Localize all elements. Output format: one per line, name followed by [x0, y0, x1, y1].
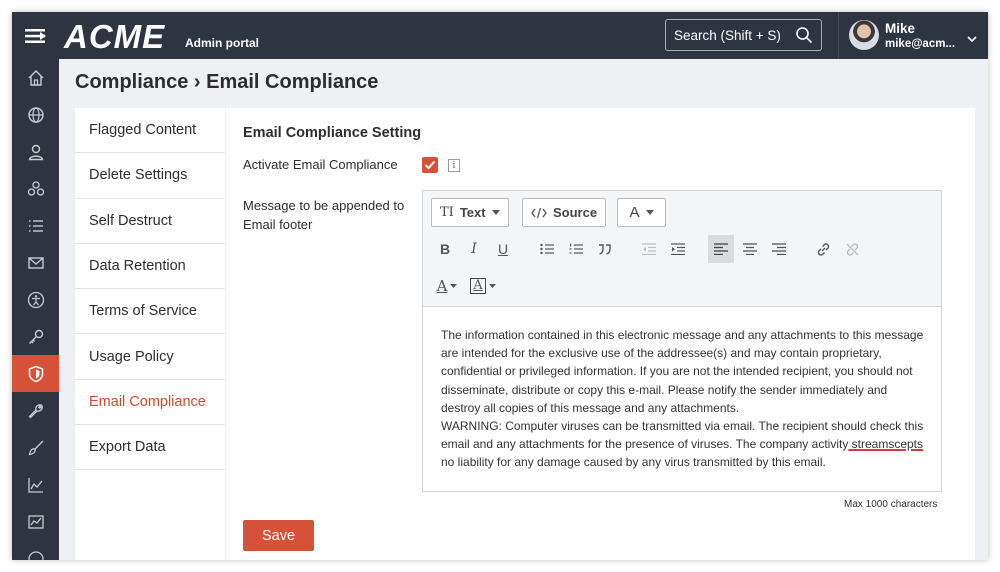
brush-icon: [28, 440, 43, 455]
sidebar-item-users[interactable]: [12, 133, 59, 170]
underline-icon[interactable]: U: [490, 235, 516, 263]
trend-chart-icon: [27, 514, 44, 529]
main-panel: Email Compliance Setting Activate Email …: [226, 108, 975, 560]
sidebar-item-help[interactable]: [12, 540, 59, 560]
accessibility-icon: [27, 291, 44, 308]
menu-toggle-icon[interactable]: [12, 12, 59, 59]
source-label: Source: [553, 205, 598, 220]
breadcrumb: Compliance › Email Compliance: [75, 71, 379, 93]
unlink-icon[interactable]: [839, 235, 865, 263]
menu-item-terms-of-service[interactable]: Terms of Service: [75, 289, 225, 335]
mail-icon: [27, 256, 44, 269]
font-color-icon[interactable]: A: [432, 272, 462, 300]
search-icon[interactable]: [795, 26, 813, 47]
font-label: A: [629, 204, 640, 221]
menu-item-export-data[interactable]: Export Data: [75, 425, 225, 471]
numbered-list-icon[interactable]: [563, 235, 589, 263]
sidebar-item-lists[interactable]: [12, 207, 59, 244]
align-center-icon[interactable]: [737, 235, 763, 263]
sidebar-item-tools[interactable]: [12, 392, 59, 429]
sidebar-item-branding[interactable]: [12, 429, 59, 466]
caret-down-icon: [491, 210, 500, 215]
editor-content[interactable]: The information contained in this electr…: [441, 326, 925, 472]
save-button[interactable]: Save: [243, 520, 314, 551]
footer-label-line1: Message to be appended to: [243, 198, 405, 213]
footer-label-line2: Email footer: [243, 217, 313, 232]
sidebar-item-compliance[interactable]: [12, 355, 65, 392]
italic-icon[interactable]: I: [461, 235, 487, 263]
sidebar-item-mail[interactable]: [12, 244, 59, 281]
shield-icon: [28, 365, 43, 382]
user-icon: [28, 144, 43, 160]
indent-icon[interactable]: [665, 235, 691, 263]
search-placeholder: Search (Shift + S): [674, 27, 781, 43]
footer-text-part3: no liability for any damage caused by an…: [441, 455, 826, 470]
background-color-icon[interactable]: A: [467, 272, 499, 300]
code-icon: [531, 207, 547, 218]
link-icon[interactable]: [810, 235, 836, 263]
network-icon: [27, 180, 44, 196]
menu-item-self-destruct[interactable]: Self Destruct: [75, 199, 225, 244]
misspelled-word[interactable]: streamscepts: [848, 437, 923, 451]
menu-item-flagged-content[interactable]: Flagged Content: [75, 108, 225, 154]
home-icon: [28, 69, 43, 86]
active-indicator: [59, 368, 65, 380]
text-style-dropdown[interactable]: TI Text: [431, 198, 509, 227]
outdent-icon[interactable]: [636, 235, 662, 263]
bullet-list-icon[interactable]: [534, 235, 560, 263]
bold-icon[interactable]: B: [432, 235, 458, 263]
wrench-icon: [28, 403, 43, 418]
caret-down-icon: [645, 210, 654, 215]
menu-item-email-compliance[interactable]: Email Compliance: [75, 380, 225, 426]
quote-icon[interactable]: [592, 235, 618, 263]
menu-item-delete-settings[interactable]: Delete Settings: [75, 153, 225, 199]
sidebar: [12, 59, 65, 560]
rich-text-editor[interactable]: TI Text Source A B I U A A The informati…: [422, 190, 942, 492]
info-icon[interactable]: i: [448, 159, 460, 172]
key-icon: [28, 329, 43, 344]
sidebar-item-global[interactable]: [12, 96, 59, 133]
top-bar: ACME Admin portal Search (Shift + S) Mik…: [12, 12, 988, 59]
user-name: Mike: [885, 21, 916, 36]
chevron-down-icon[interactable]: [967, 30, 977, 48]
text-style-label: Text: [459, 205, 486, 220]
sidebar-item-keys[interactable]: [12, 318, 59, 355]
search-input[interactable]: Search (Shift + S): [665, 19, 822, 51]
activate-label: Activate Email Compliance: [243, 157, 398, 172]
max-characters-hint: Max 1000 characters: [844, 499, 938, 510]
area-chart-icon: [27, 477, 43, 493]
align-right-icon[interactable]: [766, 235, 792, 263]
sidebar-item-home[interactable]: [12, 59, 59, 96]
sidebar-item-reports[interactable]: [12, 466, 59, 503]
menu-item-usage-policy[interactable]: Usage Policy: [75, 334, 225, 380]
source-button[interactable]: Source: [522, 198, 607, 227]
globe-icon: [27, 106, 44, 123]
font-dropdown[interactable]: A: [617, 198, 666, 227]
user-menu[interactable]: Mike mike@acm...: [838, 12, 988, 59]
align-left-icon[interactable]: [708, 235, 734, 263]
sidebar-item-groups[interactable]: [12, 170, 59, 207]
section-title: Email Compliance Setting: [243, 125, 422, 141]
activate-checkbox[interactable]: [422, 157, 438, 173]
user-email: mike@acm...: [885, 38, 956, 50]
editor-toolbar: TI Text Source A B I U A A: [423, 191, 941, 307]
sidebar-item-accessibility[interactable]: [12, 281, 59, 318]
app-logo[interactable]: ACME: [64, 18, 165, 56]
avatar[interactable]: [849, 20, 879, 50]
sidebar-item-analytics[interactable]: [12, 503, 59, 540]
menu-item-data-retention[interactable]: Data Retention: [75, 244, 225, 290]
help-icon: [27, 550, 44, 560]
text-size-icon: TI: [440, 205, 454, 220]
list-icon: [28, 219, 43, 232]
footer-text-part1: The information contained in this electr…: [441, 328, 924, 415]
checkmark-icon: [424, 160, 436, 170]
settings-menu: Flagged Content Delete Settings Self Des…: [75, 108, 225, 560]
portal-label: Admin portal: [185, 36, 259, 50]
app-window: ACME Admin portal Search (Shift + S) Mik…: [12, 12, 988, 560]
